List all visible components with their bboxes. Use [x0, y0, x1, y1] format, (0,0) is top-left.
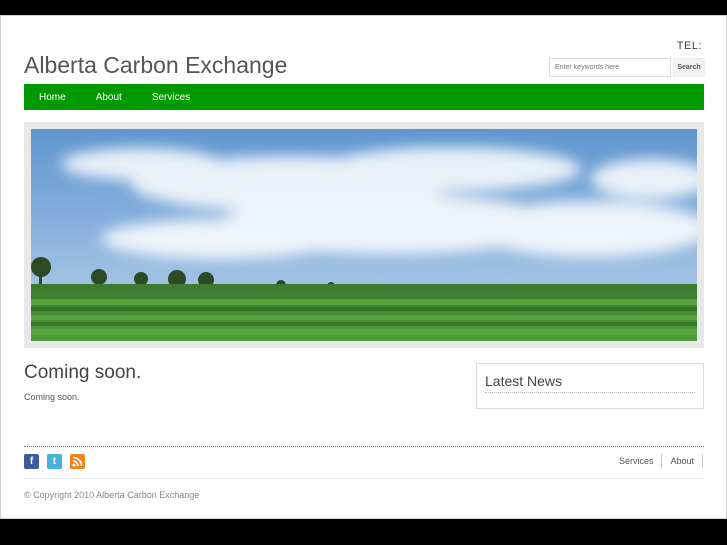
nav-item-home[interactable]: Home	[39, 92, 66, 103]
nav-item-services[interactable]: Services	[152, 92, 190, 103]
main-nav: Home About Services	[24, 84, 704, 110]
page: TEL: Alberta Carbon Exchange Search Home…	[0, 15, 727, 519]
latest-news-title: Latest News	[485, 373, 695, 393]
banner-image	[31, 129, 697, 341]
page-title: Coming soon.	[24, 362, 142, 383]
site-title[interactable]: Alberta Carbon Exchange	[24, 52, 287, 79]
footer-link-separator	[702, 454, 703, 468]
page-text: Coming soon.	[24, 392, 80, 402]
telephone-label: TEL:	[676, 40, 702, 52]
nav-item-about[interactable]: About	[96, 92, 122, 103]
footer-link-about[interactable]: About	[662, 454, 702, 468]
copyright-text: © Copyright 2010 Alberta Carbon Exchange	[24, 490, 200, 500]
footer-nav: Services About	[611, 454, 703, 468]
search-button[interactable]: Search	[673, 58, 705, 77]
footer-link-services[interactable]: Services	[611, 454, 662, 468]
facebook-icon[interactable]: f	[24, 454, 39, 469]
copyright-divider	[24, 478, 704, 479]
footer-divider	[24, 446, 704, 447]
search-form: Search	[549, 58, 705, 77]
latest-news-widget: Latest News	[476, 363, 704, 409]
rss-icon[interactable]	[70, 454, 85, 469]
social-links: f t	[24, 454, 85, 469]
banner-image-frame	[24, 122, 704, 348]
twitter-icon[interactable]: t	[47, 454, 62, 469]
search-input[interactable]	[549, 58, 671, 77]
